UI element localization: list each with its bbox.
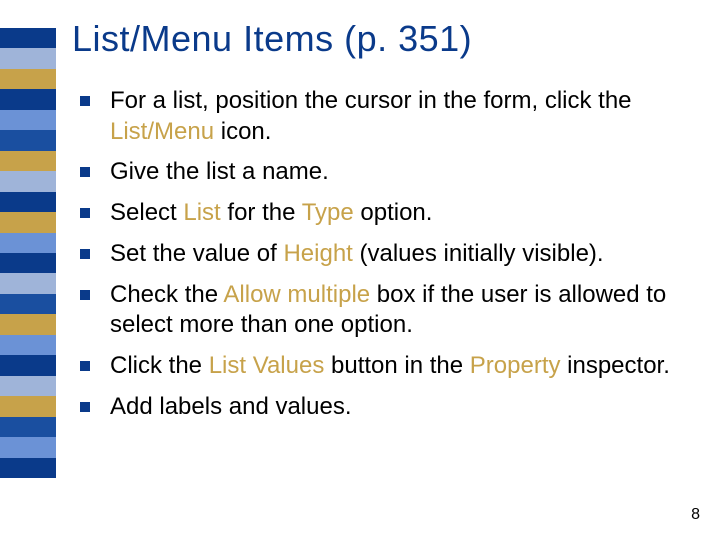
list-item-text: Click the List Values button in the Prop… — [110, 351, 670, 382]
list-item-text: Set the value of Height (values initiall… — [110, 239, 604, 270]
list-item: Check the Allow multiple box if the user… — [80, 280, 690, 341]
square-bullet-icon — [80, 402, 90, 412]
square-bullet-icon — [80, 208, 90, 218]
list-item: Add labels and values. — [80, 392, 690, 423]
list-item-text: Select List for the Type option. — [110, 198, 432, 229]
slide-title: List/Menu Items (p. 351) — [72, 18, 472, 60]
list-item-text: Check the Allow multiple box if the user… — [110, 280, 690, 341]
square-bullet-icon — [80, 167, 90, 177]
square-bullet-icon — [80, 249, 90, 259]
list-item: For a list, position the cursor in the f… — [80, 86, 690, 147]
list-item: Give the list a name. — [80, 157, 690, 188]
square-bullet-icon — [80, 361, 90, 371]
bullet-list: For a list, position the cursor in the f… — [80, 86, 690, 432]
list-item-text: For a list, position the cursor in the f… — [110, 86, 690, 147]
page-number: 8 — [691, 506, 700, 524]
list-item: Select List for the Type option. — [80, 198, 690, 229]
list-item: Set the value of Height (values initiall… — [80, 239, 690, 270]
square-bullet-icon — [80, 290, 90, 300]
square-bullet-icon — [80, 96, 90, 106]
list-item-text: Add labels and values. — [110, 392, 352, 423]
list-item-text: Give the list a name. — [110, 157, 329, 188]
list-item: Click the List Values button in the Prop… — [80, 351, 690, 382]
decorative-sidebar — [0, 28, 56, 478]
